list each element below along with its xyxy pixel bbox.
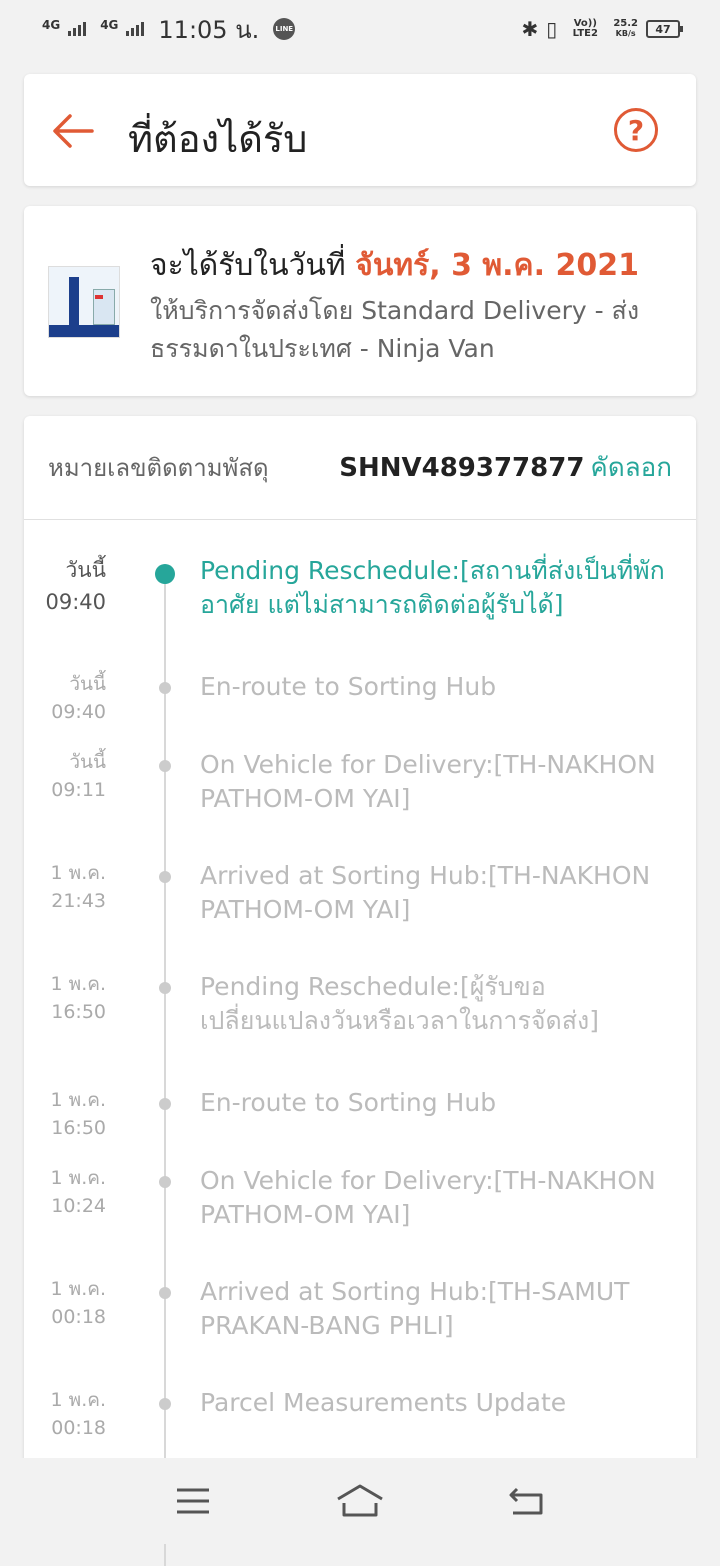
timeline-dot	[159, 1176, 171, 1188]
help-button[interactable]: ?	[614, 108, 658, 152]
timeline-dot	[159, 1398, 171, 1410]
event-description: En-route to Sorting Hub	[200, 672, 497, 701]
event-description: On Vehicle for Delivery:[TH-NAKHON PATHO…	[200, 1166, 656, 1229]
event-day: 1 พ.ค.	[50, 1167, 106, 1189]
event-datetime: 1 พ.ค. 00:18	[24, 1386, 106, 1442]
timeline-dot	[159, 1287, 171, 1299]
event-time: 09:11	[51, 779, 106, 801]
eta-date: จันทร์, 3 พ.ค. 2021	[355, 248, 639, 283]
event-datetime: 1 พ.ค. 21:43	[24, 859, 106, 915]
timeline-dot	[159, 871, 171, 883]
timeline-dot	[159, 1098, 171, 1110]
signal-icon-1	[68, 22, 87, 36]
event-time: 00:18	[51, 1306, 106, 1328]
eta-prefix: จะได้รับในวันที่	[150, 248, 356, 283]
event-description: Parcel Measurements Update	[200, 1388, 567, 1417]
clock: 11:05 น.	[158, 15, 260, 44]
event-day: 1 พ.ค.	[50, 1089, 106, 1111]
event-time: 16:50	[51, 1117, 106, 1139]
line-notification-icon: LINE	[273, 18, 296, 40]
tracking-number-row: SHNV489377877 คัดลอก	[339, 447, 672, 488]
event-description: Pending Reschedule:[ผู้รับขอเปลี่ยนแปลงว…	[200, 972, 599, 1035]
estimated-delivery: จะได้รับในวันที่ จันทร์, 3 พ.ค. 2021	[150, 242, 639, 289]
event-day: 1 พ.ค.	[50, 1278, 106, 1300]
tracking-card: หมายเลขติดตามพัสดุ SHNV489377877 คัดลอก ว…	[24, 416, 696, 1566]
timeline-dot	[159, 760, 171, 772]
event-time: 09:40	[51, 701, 106, 723]
shipping-service: ให้บริการจัดส่งโดย Standard Delivery - ส…	[150, 296, 640, 363]
tracking-label: หมายเลขติดตามพัสดุ	[48, 454, 269, 482]
event-datetime: 1 พ.ค. 16:50	[24, 1086, 106, 1142]
tracking-number: SHNV489377877	[339, 453, 585, 483]
page-title: ที่ต้องได้รับ	[128, 117, 308, 161]
signal-icon-2	[126, 22, 145, 36]
system-nav-bar	[0, 1458, 720, 1544]
battery-icon: 47	[646, 20, 683, 38]
event-day: วันนี้	[65, 558, 106, 582]
home-icon	[337, 1484, 383, 1517]
header-bar: ที่ต้องได้รับ ?	[24, 74, 696, 186]
back-nav-icon	[509, 1487, 543, 1515]
timeline-dot	[155, 564, 175, 584]
event-time: 00:18	[51, 1417, 106, 1439]
event-description: Arrived at Sorting Hub:[TH-SAMUT PRAKAN-…	[200, 1277, 630, 1340]
back-nav-button[interactable]	[502, 1481, 552, 1521]
signal-label-1: 4G	[42, 18, 61, 32]
arrow-left-icon	[53, 114, 94, 148]
event-datetime: 1 พ.ค. 10:24	[24, 1164, 106, 1220]
menu-icon	[177, 1488, 210, 1514]
event-description: On Vehicle for Delivery:[TH-NAKHON PATHO…	[200, 750, 656, 813]
event-time: 16:50	[51, 1001, 106, 1023]
bluetooth-icon: ✱	[521, 17, 539, 41]
vibrate-icon: ▯	[546, 17, 558, 41]
back-button[interactable]	[50, 108, 96, 154]
timeline-dot	[159, 682, 171, 694]
signal-label-2: 4G	[100, 18, 119, 32]
tracking-header: หมายเลขติดตามพัสดุ SHNV489377877 คัดลอก	[24, 416, 696, 520]
volte-indicator: Vo)) LTE2	[572, 18, 598, 39]
event-time: 21:43	[51, 890, 106, 912]
event-day: 1 พ.ค.	[50, 973, 106, 995]
event-datetime: วันนี้ 09:11	[24, 748, 106, 804]
event-day: 1 พ.ค.	[50, 1389, 106, 1411]
speed-value: 25.2	[613, 18, 638, 29]
event-datetime: 1 พ.ค. 16:50	[24, 970, 106, 1026]
status-right: ✱ ▯ Vo)) LTE2 25.2 KB/s 47	[521, 17, 683, 41]
timeline-dot	[159, 982, 171, 994]
event-description: Arrived at Sorting Hub:[TH-NAKHON PATHOM…	[200, 861, 651, 924]
status-bar: 4G 4G 11:05 น. LINE ✱ ▯ Vo)) LTE2 25.2 K…	[0, 0, 720, 58]
event-day: วันนี้	[69, 751, 106, 773]
event-day: วันนี้	[69, 673, 106, 695]
network-speed: 25.2 KB/s	[613, 19, 638, 39]
home-button[interactable]	[335, 1481, 385, 1521]
speed-unit: KB/s	[615, 29, 636, 38]
menu-button[interactable]	[168, 1481, 218, 1521]
event-description: Pending Reschedule:[สถานที่ส่งเป็นที่พัก…	[200, 556, 665, 619]
event-day: 1 พ.ค.	[50, 862, 106, 884]
event-time: 09:40	[45, 590, 106, 614]
event-time: 10:24	[51, 1195, 106, 1217]
event-datetime: วันนี้ 09:40	[24, 554, 106, 618]
product-thumbnail[interactable]	[48, 266, 120, 338]
timeline-line	[164, 566, 166, 1566]
copy-button[interactable]: คัดลอก	[590, 453, 672, 483]
event-description: En-route to Sorting Hub	[200, 1088, 497, 1117]
status-left: 4G 4G 11:05 น. LINE	[42, 10, 296, 49]
delivery-info-card: จะได้รับในวันที่ จันทร์, 3 พ.ค. 2021 ให้…	[24, 206, 696, 396]
event-datetime: วันนี้ 09:40	[24, 670, 106, 726]
event-datetime: 1 พ.ค. 00:18	[24, 1275, 106, 1331]
